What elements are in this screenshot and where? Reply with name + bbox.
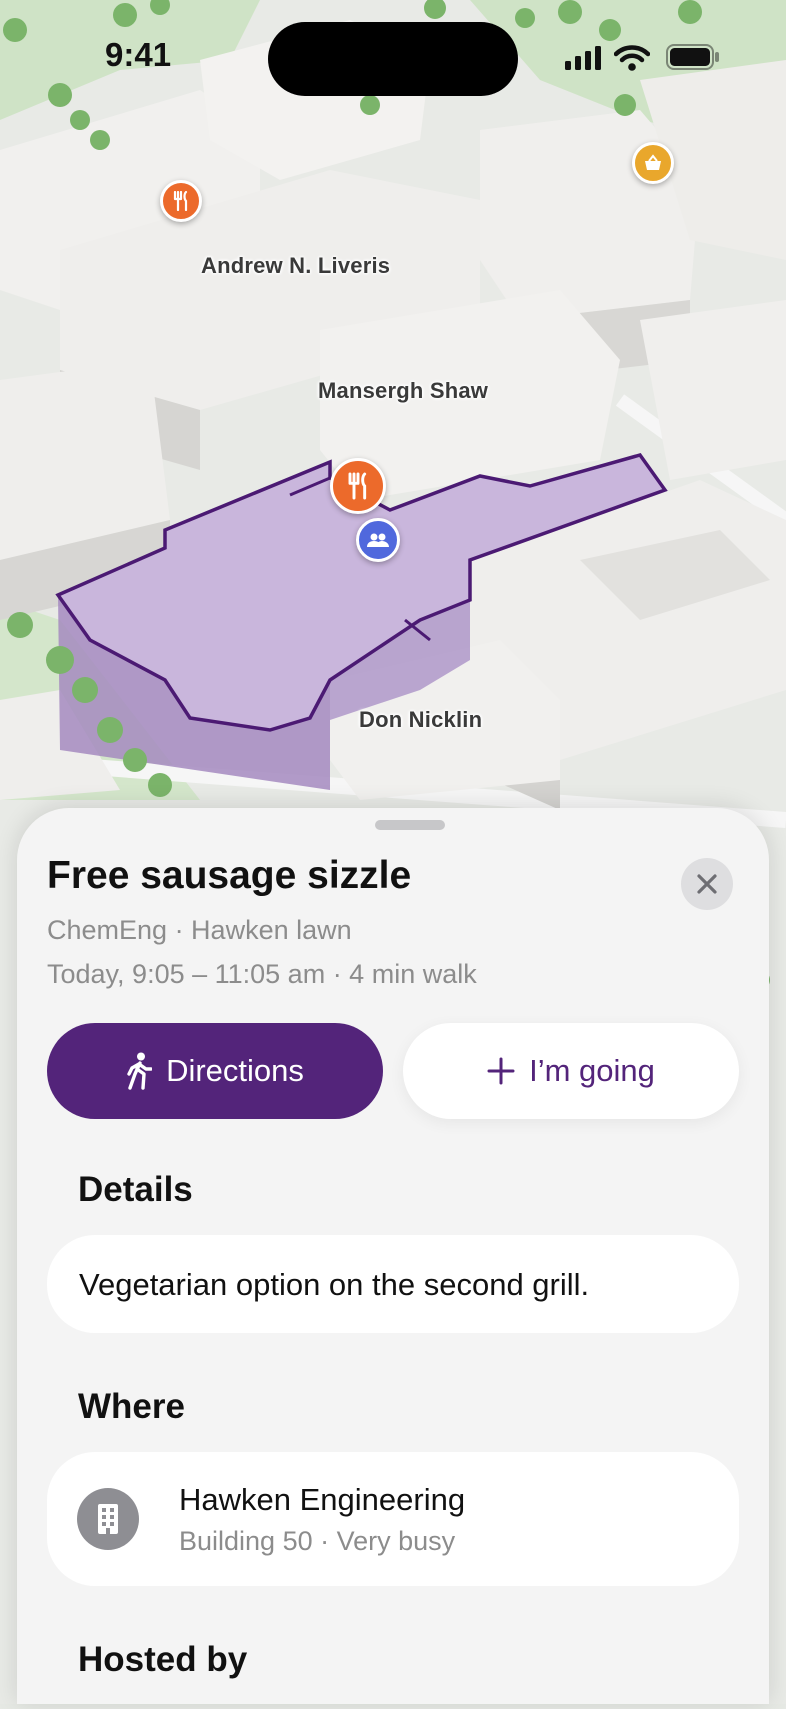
directions-label: Directions — [166, 1053, 304, 1088]
plus-icon — [487, 1057, 515, 1085]
map-label-mansergh-shaw[interactable]: Mansergh Shaw — [318, 378, 488, 404]
fork-knife-icon — [348, 472, 367, 500]
details-card: Vegetarian option on the second grill. — [47, 1235, 739, 1333]
details-text: Vegetarian option on the second grill. — [79, 1267, 590, 1302]
battery-icon — [666, 44, 719, 70]
people-icon — [367, 533, 389, 547]
walking-person-icon — [127, 1052, 153, 1090]
basket-icon — [645, 154, 661, 170]
map-label-don-nicklin[interactable]: Don Nicklin — [359, 707, 482, 733]
event-restaurant-pin[interactable] — [330, 458, 386, 514]
event-title: Free sausage sizzle — [47, 854, 412, 897]
building-icon — [77, 1488, 139, 1550]
where-heading: Where — [78, 1387, 185, 1426]
where-card[interactable]: Hawken Engineering Building 50 · Very bu… — [47, 1452, 739, 1586]
im-going-button[interactable]: I’m going — [403, 1023, 739, 1119]
details-heading: Details — [78, 1170, 193, 1209]
event-sheet[interactable]: Free sausage sizzle ChemEng · Hawken law… — [17, 808, 769, 1704]
im-going-label: I’m going — [529, 1053, 655, 1088]
directions-button[interactable]: Directions — [47, 1023, 383, 1119]
event-time-walk: Today, 9:05 – 11:05 am · 4 min walk — [47, 959, 477, 989]
group-pin[interactable] — [356, 518, 400, 562]
event-location: ChemEng · Hawken lawn — [47, 915, 352, 945]
status-bar: 9:41 — [0, 0, 786, 118]
close-icon — [697, 874, 717, 894]
hosted-by-heading: Hosted by — [78, 1640, 248, 1679]
place-name: Hawken Engineering — [179, 1482, 466, 1517]
restaurant-pin[interactable] — [160, 180, 202, 222]
status-time: 9:41 — [105, 36, 172, 73]
fork-knife-icon — [173, 191, 188, 211]
wifi-icon — [614, 45, 650, 71]
close-button[interactable] — [681, 858, 733, 910]
sheet-grabber[interactable] — [375, 820, 445, 830]
map-label-andrew-liveris[interactable]: Andrew N. Liveris — [201, 253, 390, 279]
cellular-signal-icon — [565, 46, 601, 70]
store-pin[interactable] — [632, 142, 674, 184]
place-subtitle: Building 50 · Very busy — [179, 1526, 456, 1556]
dynamic-island — [268, 22, 518, 96]
